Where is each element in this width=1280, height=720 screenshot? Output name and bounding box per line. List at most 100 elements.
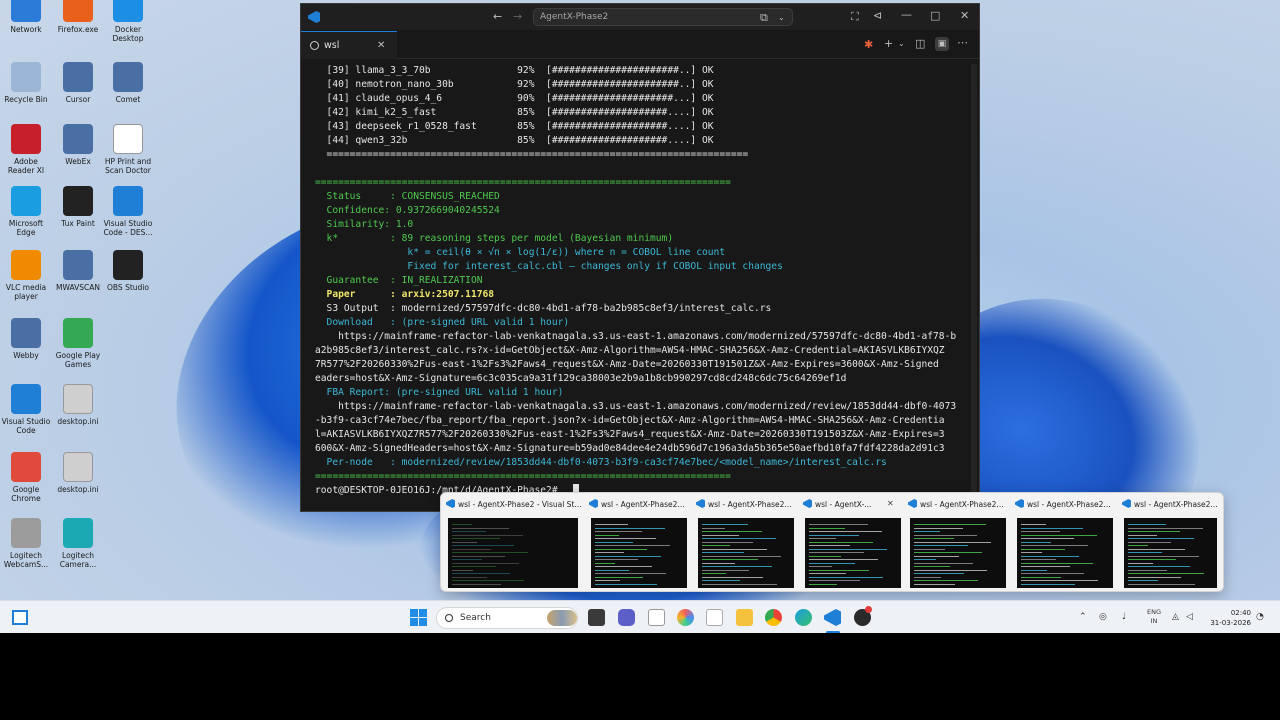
desktop-icon-label: Recycle Bin xyxy=(4,95,48,104)
close-window-icon[interactable]: ✕ xyxy=(960,10,969,22)
chevron-down-icon[interactable]: ⌄ xyxy=(898,38,905,50)
copilot-icon[interactable] xyxy=(677,609,694,626)
desktop-icon[interactable]: Google Play Games xyxy=(52,318,104,369)
speaker-icon[interactable]: ◁ xyxy=(1186,601,1193,633)
desktop-icon[interactable]: OBS Studio xyxy=(102,250,154,292)
desktop-icon-label: HP Print and Scan Doctor xyxy=(104,157,152,175)
desktop-icon[interactable]: Tux Paint xyxy=(52,186,104,228)
layout-icon[interactable]: ⛶ xyxy=(851,11,859,23)
close-thumbnail-icon[interactable]: ✕ xyxy=(887,499,894,508)
preview-line xyxy=(914,573,964,574)
terminal-line: eaders=host&X-Amz-Signature=6c3c035ca9a3… xyxy=(315,373,847,384)
desktop-icon[interactable]: Firefox.exe xyxy=(52,0,104,34)
notepad-icon[interactable] xyxy=(648,609,665,626)
chrome-icon[interactable] xyxy=(765,609,782,626)
thumbnail-preview xyxy=(698,518,794,588)
desktop-icon[interactable]: desktop.ini xyxy=(52,452,104,494)
desktop-icon[interactable]: HP Print and Scan Doctor xyxy=(102,124,154,175)
desktop-icon[interactable]: Comet xyxy=(102,62,154,104)
desktop-icon[interactable]: VLC media player xyxy=(0,250,52,301)
file-explorer-pinned-icon[interactable] xyxy=(588,609,605,626)
lock-icon[interactable]: ▣ xyxy=(935,37,949,51)
desktop-icon[interactable]: Webby xyxy=(0,318,52,360)
preview-line xyxy=(595,569,629,571)
desktop-icon-label: Visual Studio Code xyxy=(1,417,51,435)
show-desktop-icon[interactable] xyxy=(12,610,28,625)
clock[interactable]: 02:40 31-03-2026 xyxy=(1203,608,1251,628)
window-thumbnail[interactable]: wsl - AgentX-Phase2... xyxy=(1013,496,1119,590)
new-terminal-icon[interactable]: + xyxy=(884,38,893,50)
desktop-icon[interactable]: Recycle Bin xyxy=(0,62,52,104)
desktop-icon[interactable]: Network xyxy=(0,0,52,34)
maximize-icon[interactable]: □ xyxy=(930,10,940,22)
terminal-output[interactable]: [39] llama_3_3_70b 92% [################… xyxy=(315,64,971,510)
desktop-icon-label: Google Chrome xyxy=(11,485,41,503)
minimize-icon[interactable]: — xyxy=(901,9,912,21)
desktop-icon[interactable]: Microsoft Edge xyxy=(0,186,52,237)
recording-badge-icon xyxy=(865,606,872,613)
desktop-icon[interactable]: WebEx xyxy=(52,124,104,166)
terminal-line: a2b985c8ef3/interest_calc.rs?x-id=GetObj… xyxy=(315,345,945,356)
preview-line xyxy=(452,559,482,560)
panel-toggle-icon[interactable]: ⊲ xyxy=(873,10,882,22)
debug-icon[interactable]: ✱ xyxy=(864,39,873,51)
desktop-icon[interactable]: Logitech WebcamS... xyxy=(0,518,52,569)
window-thumbnail[interactable]: wsl - AgentX-Phase2... xyxy=(587,496,693,590)
window-thumbnail[interactable]: wsl - AgentX-Phase2... xyxy=(906,496,1012,590)
terminal-line: ========================================… xyxy=(315,177,731,188)
preview-line xyxy=(595,566,652,567)
command-center[interactable]: AgentX-Phase2 ⧉ ⌄ xyxy=(533,8,793,26)
preview-line xyxy=(595,562,615,564)
preview-line xyxy=(809,541,873,543)
language-indicator[interactable]: ENG IN xyxy=(1142,608,1166,626)
preview-line xyxy=(702,573,726,574)
back-arrow-icon[interactable]: ← xyxy=(493,11,502,23)
teams-icon[interactable] xyxy=(618,609,635,626)
desktop-icon[interactable]: Visual Studio Code xyxy=(0,384,52,435)
preview-line xyxy=(914,531,940,532)
preview-line xyxy=(452,545,514,546)
document-icon[interactable] xyxy=(706,609,723,626)
forward-arrow-icon[interactable]: → xyxy=(513,11,522,23)
terminal-tab-bar: wsl ✕ ✱ + ⌄ ◫ ▣ ⋯ xyxy=(301,31,979,59)
scrollbar[interactable] xyxy=(971,64,977,504)
copilot-icon[interactable]: ⧉ xyxy=(760,12,768,24)
preview-line xyxy=(702,545,730,546)
file-explorer-icon[interactable] xyxy=(736,609,753,626)
wifi-icon[interactable]: ◬ xyxy=(1172,601,1179,633)
desktop-icon[interactable]: MWAVSCAN xyxy=(52,250,104,292)
split-icon[interactable]: ◫ xyxy=(915,38,925,50)
desktop-icon[interactable]: Adobe Reader XI xyxy=(0,124,52,175)
window-thumbnail[interactable]: wsl - AgentX-Phase2 - Visual St... xyxy=(444,496,584,590)
desktop-icon[interactable]: Docker Desktop xyxy=(102,0,154,43)
start-button[interactable] xyxy=(410,609,427,626)
terminal-line: [43] deepseek_r1_0528_fast 85% [########… xyxy=(315,121,714,132)
desktop-icon[interactable]: Logitech Camera... xyxy=(52,518,104,569)
taskbar-search[interactable]: Search xyxy=(436,607,578,629)
desktop-icon[interactable]: desktop.ini xyxy=(52,384,104,426)
network-tray-icon[interactable]: ◎ xyxy=(1099,601,1107,633)
window-thumbnail[interactable]: wsl - AgentX-Phase2... xyxy=(1120,496,1223,590)
preview-line xyxy=(914,559,936,560)
window-thumbnail[interactable]: wsl - AgentX-... xyxy=(801,496,907,590)
chevron-up-icon[interactable]: ⌃ xyxy=(1079,601,1087,633)
more-icon[interactable]: ⋯ xyxy=(957,37,968,49)
notification-bell-icon[interactable]: ◔ xyxy=(1256,601,1264,633)
preview-line xyxy=(1021,524,1046,525)
desktop-icon[interactable]: Visual Studio Code - DES... xyxy=(102,186,154,237)
chevron-down-icon[interactable]: ⌄ xyxy=(778,12,785,24)
edge-icon[interactable] xyxy=(795,609,812,626)
preview-line xyxy=(595,538,656,539)
desktop-icon[interactable]: Cursor xyxy=(52,62,104,104)
close-tab-icon[interactable]: ✕ xyxy=(377,40,385,52)
vscode-taskbar-icon[interactable] xyxy=(824,609,841,626)
tab-wsl[interactable]: wsl ✕ xyxy=(301,31,397,59)
thumbnail-preview xyxy=(1017,518,1113,588)
thumbnail-title: wsl - AgentX-Phase2... xyxy=(589,498,691,512)
window-thumbnail[interactable]: wsl - AgentX-Phase2... xyxy=(694,496,800,590)
desktop-icon-label: Adobe Reader XI xyxy=(7,157,45,175)
shortcut-icon xyxy=(63,124,93,154)
desktop-icon-label: desktop.ini xyxy=(57,485,99,494)
microphone-icon[interactable]: ♩ xyxy=(1122,601,1126,633)
desktop-icon[interactable]: Google Chrome xyxy=(0,452,52,503)
